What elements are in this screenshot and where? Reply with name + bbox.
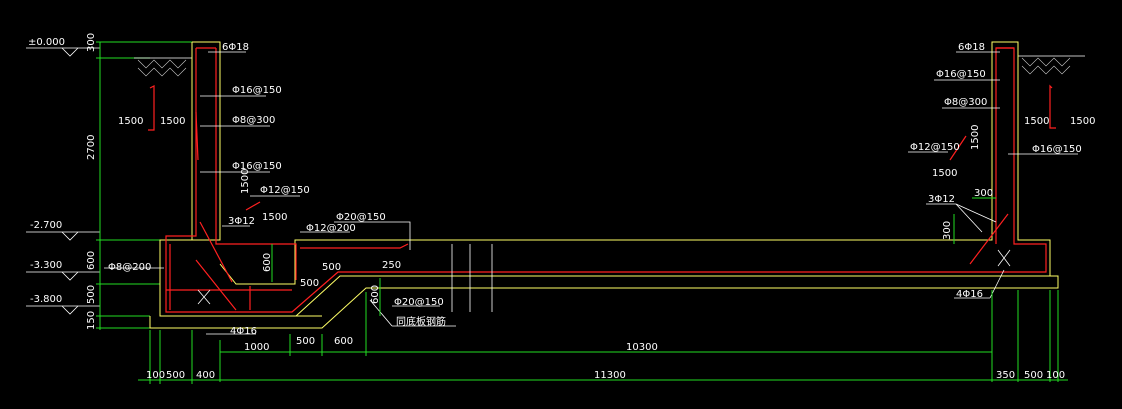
svg-text:600: 600 [334, 336, 353, 347]
soil-hatch-right [1018, 55, 1085, 75]
svg-text:100: 100 [1046, 370, 1065, 381]
slab-step-dimensions: 600 500 500 250 600 [262, 244, 401, 316]
svg-text:±0.000: ±0.000 [28, 37, 65, 48]
bottom-dimension-row-1: 1000 500 600 10300 [219, 292, 992, 382]
svg-text:4Φ16: 4Φ16 [230, 326, 257, 337]
svg-text:6Φ18: 6Φ18 [958, 42, 985, 53]
svg-text:1500: 1500 [262, 212, 287, 223]
svg-text:600: 600 [262, 253, 273, 272]
left-rebar-labels: 6Φ18 Φ16@150 Φ8@300 Φ16@150 Φ12@150 3Φ12… [104, 42, 456, 337]
svg-text:Φ16@150: Φ16@150 [232, 85, 282, 96]
svg-text:300: 300 [86, 33, 97, 52]
svg-text:100: 100 [146, 370, 165, 381]
svg-text:-3.300: -3.300 [30, 260, 62, 271]
svg-text:250: 250 [382, 260, 401, 271]
right-vertical-guides [991, 290, 1059, 382]
svg-text:Φ8@300: Φ8@300 [944, 97, 987, 108]
svg-text:500: 500 [1024, 370, 1043, 381]
slab-section-lines [451, 244, 493, 312]
svg-text:4Φ16: 4Φ16 [956, 289, 983, 300]
svg-text:Φ16@150: Φ16@150 [936, 69, 986, 80]
svg-text:6Φ18: 6Φ18 [222, 42, 249, 53]
bottom-dimension-row-2: 100 500 400 11300 350 500 100 [138, 330, 1068, 384]
svg-text:150: 150 [86, 311, 97, 330]
structural-section-drawing: ±0.000 -2.700 -3.300 -3.800 300 2700 600… [26, 33, 1095, 384]
svg-text:500: 500 [166, 370, 185, 381]
svg-text:-2.700: -2.700 [30, 220, 62, 231]
svg-text:Φ20@150: Φ20@150 [394, 297, 444, 308]
svg-text:500: 500 [322, 262, 341, 273]
svg-text:-3.800: -3.800 [30, 294, 62, 305]
svg-text:500: 500 [86, 285, 97, 304]
elevation-marker-2700: -2.700 [26, 220, 100, 241]
svg-text:500: 500 [300, 278, 319, 289]
svg-text:1500: 1500 [160, 116, 185, 127]
svg-text:Φ8@200: Φ8@200 [108, 262, 151, 273]
rebar-lines [148, 47, 1056, 313]
svg-text:500: 500 [296, 336, 315, 347]
svg-text:Φ8@300: Φ8@300 [232, 115, 275, 126]
svg-text:2700: 2700 [86, 135, 97, 160]
svg-text:Φ12@150: Φ12@150 [260, 185, 310, 196]
soil-hatch-left [134, 57, 192, 77]
svg-text:1500: 1500 [240, 169, 251, 194]
left-vertical-dimension-chain: 300 2700 600 500 150 [86, 33, 192, 330]
svg-text:Φ16@150: Φ16@150 [1032, 144, 1082, 155]
svg-text:1500: 1500 [1024, 116, 1049, 127]
svg-text:300: 300 [942, 221, 953, 240]
svg-text:同底板钢筋: 同底板钢筋 [396, 315, 446, 328]
svg-text:11300: 11300 [594, 370, 626, 381]
svg-text:Φ12@200: Φ12@200 [306, 223, 356, 234]
svg-text:3Φ12: 3Φ12 [228, 216, 255, 227]
svg-text:400: 400 [196, 370, 215, 381]
svg-text:600: 600 [370, 285, 381, 304]
svg-text:1000: 1000 [244, 342, 269, 353]
svg-text:10300: 10300 [626, 342, 658, 353]
svg-text:1500: 1500 [970, 125, 981, 150]
svg-text:Φ12@150: Φ12@150 [910, 142, 960, 153]
svg-text:1500: 1500 [1070, 116, 1095, 127]
svg-text:1500: 1500 [118, 116, 143, 127]
svg-text:600: 600 [86, 251, 97, 270]
svg-text:Φ20@150: Φ20@150 [336, 212, 386, 223]
svg-text:300: 300 [974, 188, 993, 199]
svg-text:1500: 1500 [932, 168, 957, 179]
svg-text:3Φ12: 3Φ12 [928, 194, 955, 205]
svg-text:350: 350 [996, 370, 1015, 381]
